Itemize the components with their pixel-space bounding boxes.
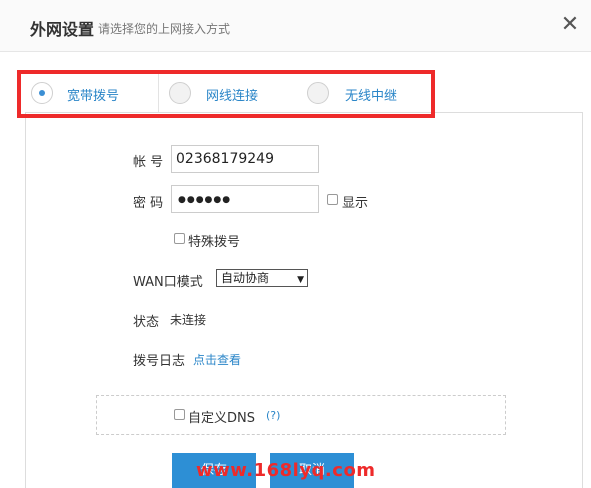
watermark-text: www.168lyq.com (196, 460, 376, 481)
password-dots: ●●●●●● (178, 195, 232, 205)
custom-dns-box (96, 395, 506, 435)
caret-down-icon: ▼ (297, 275, 304, 285)
custom-dns-checkbox[interactable] (174, 409, 185, 420)
dialog-header: 外网设置 请选择您的上网接入方式 ✕ (0, 0, 591, 52)
special-dial-checkbox[interactable] (174, 233, 185, 244)
status-value: 未连接 (170, 313, 207, 327)
highlight-frame (17, 70, 435, 118)
status-label: 状态 (133, 315, 160, 330)
account-label: 帐 号 (133, 155, 164, 170)
dialog-subtitle: 请选择您的上网接入方式 (98, 22, 231, 36)
custom-dns-label: 自定义DNS (188, 411, 255, 426)
wan-mode-value: 自动协商 (221, 271, 270, 285)
special-dial-label: 特殊拨号 (188, 235, 241, 250)
close-icon[interactable]: ✕ (558, 12, 582, 38)
show-password-checkbox[interactable] (327, 194, 338, 205)
dialog-title: 外网设置 (30, 20, 95, 39)
dns-help-link[interactable]: (?) (266, 409, 280, 422)
wan-mode-label: WAN口模式 (133, 275, 203, 290)
account-input[interactable]: 02368179249 (171, 145, 319, 173)
dial-log-label: 拨号日志 (133, 354, 186, 369)
password-label: 密 码 (133, 196, 164, 211)
wan-mode-select[interactable]: 自动协商 ▼ (216, 269, 308, 287)
dial-log-link[interactable]: 点击查看 (193, 351, 241, 368)
show-password-label: 显示 (342, 196, 369, 211)
